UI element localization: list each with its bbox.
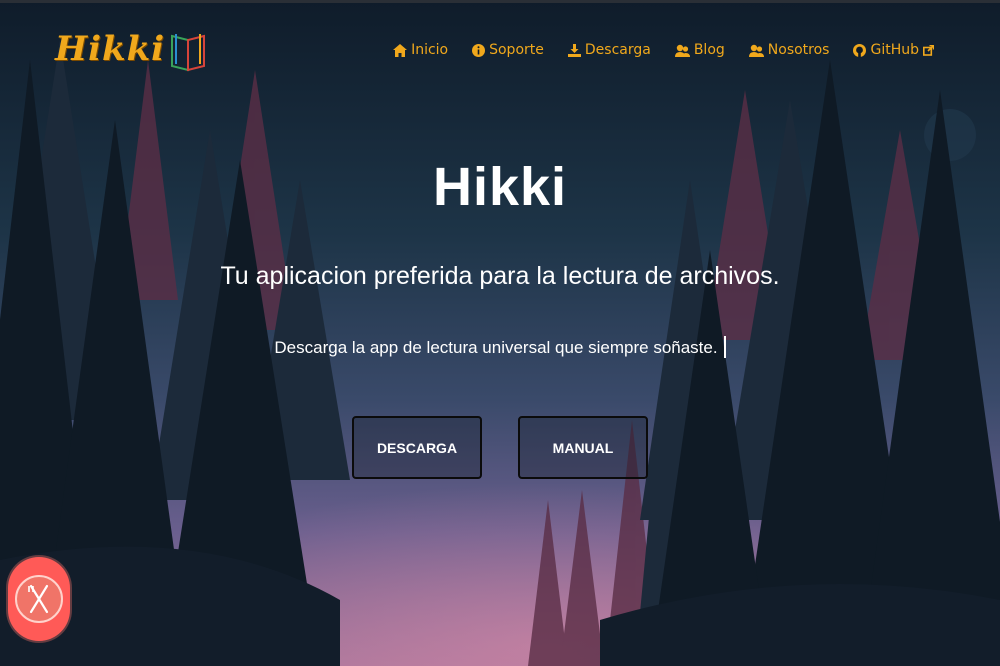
home-icon — [393, 43, 408, 57]
users-icon — [674, 44, 690, 57]
nav-label: Nosotros — [767, 42, 830, 58]
nav-item-blog[interactable]: Blog — [674, 42, 725, 58]
nav-label: Blog — [693, 42, 725, 58]
hero-tagline-text: Descarga la app de lectura universal que… — [274, 338, 718, 357]
nav-item-nosotros[interactable]: Nosotros — [748, 42, 830, 58]
external-link-icon — [923, 44, 934, 56]
manual-button[interactable]: MANUAL — [518, 416, 648, 479]
nav-label: GitHub — [870, 42, 919, 58]
hero-tagline: Descarga la app de lectura universal que… — [0, 336, 1000, 358]
logo-text: Hikki — [55, 29, 166, 69]
nav-item-github[interactable]: GitHub — [853, 42, 934, 58]
download-icon — [567, 43, 581, 57]
top-border — [0, 0, 1000, 3]
brand-logo[interactable]: Hikki — [55, 14, 207, 84]
nav-label: Soporte — [489, 42, 544, 58]
nav-item-soporte[interactable]: Soporte — [472, 42, 544, 58]
hero-subtitle: Tu aplicacion preferida para la lectura … — [220, 262, 780, 290]
nav-label: Descarga — [584, 42, 651, 58]
info-circle-icon — [472, 43, 486, 57]
forest-background — [0, 0, 1000, 666]
nav-item-inicio[interactable]: Inicio — [393, 42, 448, 58]
download-button[interactable]: DESCARGA — [352, 416, 482, 479]
floating-widget-button[interactable] — [8, 557, 70, 641]
typing-caret — [723, 336, 726, 358]
hero-title: Hikki — [432, 157, 568, 217]
book-icon — [171, 34, 206, 72]
main-nav: Inicio Soporte Descarga Blog Nosotros Gi… — [393, 42, 934, 58]
floating-widget-inner — [15, 575, 63, 623]
github-icon — [853, 43, 867, 57]
nav-item-descarga[interactable]: Descarga — [567, 42, 651, 58]
close-utensils-icon — [28, 584, 49, 614]
nav-label: Inicio — [411, 42, 449, 58]
users-icon — [748, 44, 764, 57]
